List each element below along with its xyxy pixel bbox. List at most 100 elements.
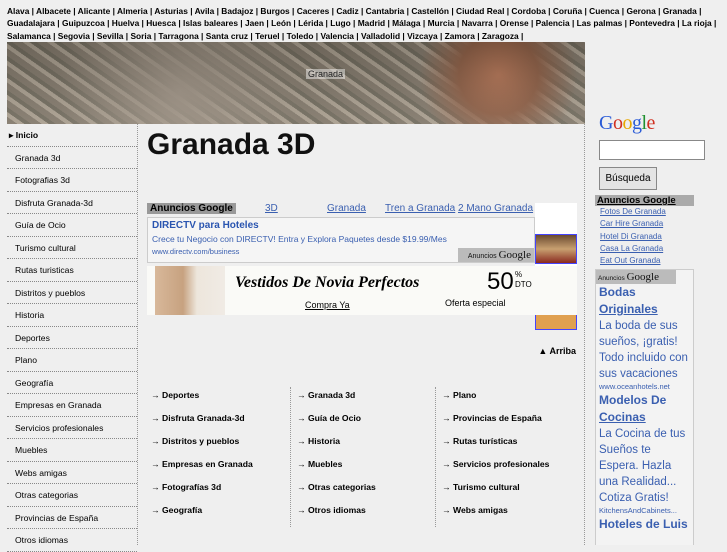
sidebar-item[interactable]: Plano: [7, 349, 137, 372]
sidebar-item[interactable]: Turismo cultural: [7, 237, 137, 259]
province-link[interactable]: Asturias: [154, 6, 188, 16]
province-link[interactable]: Jaen: [245, 18, 264, 28]
category-link[interactable]: → Distritos y pueblos: [145, 433, 290, 456]
province-link[interactable]: Sevilla: [97, 31, 124, 41]
sidebar-item[interactable]: Otros idiomas: [7, 529, 137, 552]
category-link[interactable]: → Provincias de España: [436, 410, 580, 433]
province-link[interactable]: Zaragoza: [482, 31, 519, 41]
province-link[interactable]: Badajoz: [221, 6, 253, 16]
sidebar-item[interactable]: Otras categorias: [7, 484, 137, 507]
province-link[interactable]: Málaga: [392, 18, 420, 28]
category-link[interactable]: → Guía de Ocio: [291, 410, 435, 433]
category-link[interactable]: → Plano: [436, 387, 580, 410]
province-link[interactable]: Guadalajara: [7, 18, 55, 28]
province-link[interactable]: Las palmas: [577, 18, 623, 28]
province-link[interactable]: Cordoba: [511, 6, 545, 16]
province-link[interactable]: Alicante: [78, 6, 111, 16]
sidebar-item[interactable]: Distritos y pueblos: [7, 282, 137, 304]
ad-headline-line1[interactable]: Bodas: [599, 284, 690, 301]
ad-headline-line2[interactable]: Cocinas: [599, 410, 646, 424]
buy-now-link[interactable]: Compra Ya: [305, 300, 350, 310]
province-link[interactable]: Valencia: [320, 31, 354, 41]
category-link[interactable]: → Muebles: [291, 456, 435, 479]
province-link[interactable]: Ciudad Real: [456, 6, 504, 16]
text-ad[interactable]: Bodas Originales La boda de sus sueños, ¡g…: [596, 284, 693, 392]
text-ad[interactable]: Modelos De Cocinas La Cocina de tus Sueños…: [596, 392, 693, 516]
category-link[interactable]: → Servicios profesionales: [436, 456, 580, 479]
thumbnail-image[interactable]: [535, 234, 577, 264]
province-link[interactable]: Soria: [130, 31, 151, 41]
province-link[interactable]: La rioja: [682, 18, 712, 28]
category-link[interactable]: → Granada 3d: [291, 387, 435, 410]
province-link[interactable]: Zamora: [445, 31, 475, 41]
province-link[interactable]: Huesca: [146, 18, 176, 28]
province-link[interactable]: Madrid: [358, 18, 385, 28]
category-link[interactable]: → Deportes: [145, 387, 290, 410]
category-link[interactable]: → Disfruta Granada-3d: [145, 410, 290, 433]
search-input[interactable]: [599, 140, 705, 160]
ad-headline-line1[interactable]: Hoteles de Luis: [599, 516, 690, 533]
province-link[interactable]: Orense: [500, 18, 529, 28]
province-link[interactable]: Guipuzcoa: [62, 18, 105, 28]
sidebar-item[interactable]: Provincias de España: [7, 507, 137, 529]
province-link[interactable]: Cantabria: [366, 6, 405, 16]
ad-url[interactable]: KitchensAndCabinets...: [599, 506, 690, 516]
province-link[interactable]: Lugo: [330, 18, 350, 28]
province-link[interactable]: Toledo: [287, 31, 314, 41]
province-link[interactable]: Cuenca: [589, 6, 619, 16]
category-link[interactable]: → Otros idiomas: [291, 502, 435, 525]
province-link[interactable]: Burgos: [260, 6, 289, 16]
text-ad[interactable]: Hoteles de Luis: [596, 516, 693, 533]
province-link[interactable]: Lérida: [298, 18, 323, 28]
ad-link-tren[interactable]: Tren a Granada: [385, 203, 455, 214]
province-link[interactable]: Albacete: [36, 6, 71, 16]
back-to-top-link[interactable]: ▲ Arriba: [538, 346, 576, 356]
province-link[interactable]: Murcia: [428, 18, 455, 28]
province-link[interactable]: Cadiz: [336, 6, 358, 16]
sidebar-item[interactable]: Rutas turisticas: [7, 259, 137, 282]
search-button[interactable]: Búsqueda: [599, 167, 657, 190]
ad-link-granada[interactable]: Granada: [327, 203, 366, 214]
ad-headline[interactable]: Hoteles de Luis: [599, 516, 690, 533]
ad-headline[interactable]: Bodas Originales: [599, 284, 690, 318]
province-link[interactable]: Coruña: [553, 6, 582, 16]
right-ad-link[interactable]: Eat Out Granada: [595, 255, 694, 267]
province-link[interactable]: Palencia: [536, 18, 570, 28]
category-link[interactable]: → Geografía: [145, 502, 290, 525]
province-link[interactable]: Vizcaya: [407, 31, 438, 41]
province-link[interactable]: Alava: [7, 6, 29, 16]
ad-headline[interactable]: Modelos De Cocinas: [599, 392, 690, 426]
ad-headline[interactable]: DIRECTV para Hoteles: [152, 220, 530, 231]
province-link[interactable]: Avila: [195, 6, 215, 16]
right-ad-link[interactable]: Fotos De Granada: [595, 206, 694, 218]
province-link[interactable]: Granada: [663, 6, 697, 16]
sidebar-item[interactable]: Deportes: [7, 327, 137, 349]
sidebar-item[interactable]: Historia: [7, 304, 137, 327]
category-link[interactable]: → Turismo cultural: [436, 479, 580, 502]
province-link[interactable]: Caceres: [297, 6, 330, 16]
province-link[interactable]: Gerona: [626, 6, 655, 16]
category-link[interactable]: → Otras categorias: [291, 479, 435, 502]
text-ad[interactable]: DIRECTV para Hoteles Crece tu Negocio co…: [147, 217, 535, 263]
province-link[interactable]: Salamanca: [7, 31, 51, 41]
category-link[interactable]: → Empresas en Granada: [145, 456, 290, 479]
sidebar-item[interactable]: Webs amigas: [7, 462, 137, 484]
province-link[interactable]: Huelva: [112, 18, 139, 28]
province-link[interactable]: Islas baleares: [183, 18, 238, 28]
province-link[interactable]: Segovia: [58, 31, 90, 41]
sidebar-item[interactable]: Granada 3d: [7, 147, 137, 169]
province-link[interactable]: Santa cruz: [206, 31, 248, 41]
sidebar-item[interactable]: Muebles: [7, 439, 137, 462]
province-link[interactable]: Pontevedra: [629, 18, 675, 28]
right-ad-link[interactable]: Casa La Granada: [595, 243, 694, 255]
category-link[interactable]: → Webs amigas: [436, 502, 580, 525]
ad-link-2mano[interactable]: 2 Mano Granada: [458, 203, 533, 214]
province-link[interactable]: Tarragona: [158, 31, 198, 41]
sidebar-item[interactable]: Disfruta Granada-3d: [7, 192, 137, 214]
ad-headline-line2[interactable]: Originales: [599, 302, 658, 316]
sidebar-item[interactable]: Servicios profesionales: [7, 417, 137, 439]
right-ad-link[interactable]: Hotel Di Granada: [595, 231, 694, 243]
ad-link-3d[interactable]: 3D: [265, 203, 278, 214]
sidebar-item[interactable]: ▸ Inicio: [7, 124, 137, 147]
province-link[interactable]: Valladolid: [361, 31, 400, 41]
